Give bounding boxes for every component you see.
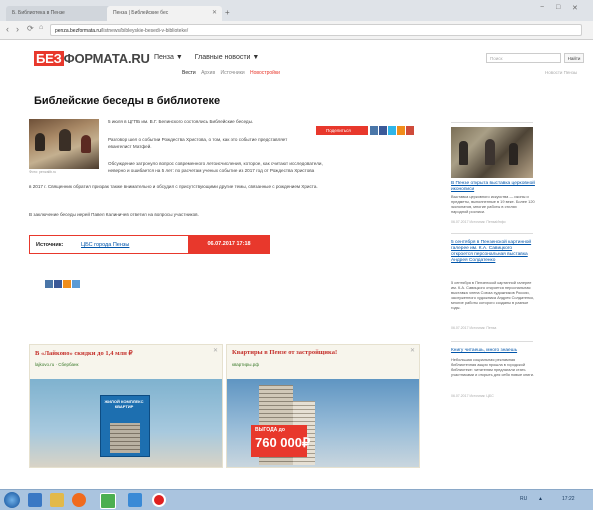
odnoklassniki-icon[interactable]	[397, 126, 405, 135]
logo-text: ФОРМАТА.RU	[63, 51, 150, 66]
browser-tab-bar: Б. Библиотека в Пензе ✕ Пенза | Библейск…	[0, 0, 593, 21]
facebook-icon[interactable]	[379, 126, 387, 135]
forward-icon[interactable]: ›	[16, 24, 19, 34]
close-icon[interactable]: ✕	[213, 347, 218, 354]
facebook-icon[interactable]	[54, 280, 62, 288]
nav-city[interactable]: Пенза ▼	[154, 54, 183, 61]
tab-label: Б. Библиотека в Пензе	[12, 10, 65, 16]
close-icon[interactable]: ✕	[410, 347, 415, 354]
maximize-icon[interactable]: □	[556, 4, 560, 11]
ad-image[interactable]: ВЫГОДА до 760 000₽	[227, 379, 419, 467]
article-paragraph: 5 июля в ЦГПБ им. В.Г. Белинского состоя…	[108, 119, 254, 124]
minimize-icon[interactable]: −	[540, 4, 544, 11]
article-paragraph: Обсуждение затронуло вопрос современного…	[108, 161, 323, 173]
ad-image-text: ЖИЛОЙ КОМПЛЕКС КВАРТИР	[104, 399, 144, 409]
media-player-icon[interactable]	[72, 493, 86, 507]
ie-icon[interactable]	[28, 493, 42, 507]
app-icon[interactable]	[128, 493, 142, 507]
primary-nav: Пенза ▼ Главные новости ▼	[154, 54, 259, 61]
taskbar: RU ▲ 17:22	[0, 489, 593, 510]
ad-block[interactable]: Квартиры в Пензе от застройщика! квартир…	[226, 344, 420, 468]
secondary-nav: Вести Архив Источники Новостройки	[182, 70, 284, 76]
source-label: Источник:	[36, 242, 64, 248]
nav-new-buildings[interactable]: Новостройки	[250, 70, 280, 76]
sidebar-news-date: 06.07.2017 Источник: ПензаИнфо	[451, 220, 506, 224]
start-icon[interactable]	[4, 492, 20, 508]
folder-icon[interactable]	[50, 493, 64, 507]
ad-image[interactable]: ЖИЛОЙ КОМПЛЕКС КВАРТИР	[30, 379, 222, 467]
new-tab-icon[interactable]: +	[225, 8, 230, 17]
mail-icon[interactable]	[72, 280, 80, 288]
address-bar-row: ‹ › ⟳ ⌂ penza.bezformata.ru/listnews/bib…	[0, 21, 593, 40]
site-logo[interactable]: БЕЗ ФОРМАТА.RU	[34, 51, 150, 66]
sidebar-news-date: 06.07.2017 Источник: Пенза	[451, 326, 497, 330]
sidebar-news-title[interactable]: В Пензе открыта выставка церковной иконо…	[451, 181, 535, 193]
vk-icon[interactable]	[370, 126, 378, 135]
ad-block[interactable]: В «Лайково» скидки до 1,4 млн ₽ lajkovo.…	[29, 344, 223, 468]
chrome-icon[interactable]	[100, 493, 116, 509]
url-input[interactable]: penza.bezformata.ru/listnews/bibleyskie-…	[50, 24, 582, 36]
logo-mark: БЕЗ	[34, 51, 64, 66]
sidebar-news-date: 06.07.2017 Источник: ЦБС	[451, 394, 494, 398]
browser-tab-active[interactable]: Пенза | Библейские бес ✕	[107, 6, 222, 21]
nav-main-news[interactable]: Главные новости ▼	[195, 54, 260, 61]
vk-icon[interactable]	[45, 280, 53, 288]
source-link[interactable]: ЦБС города Пензы	[81, 242, 129, 248]
sidebar-news-title[interactable]: Книгу читаешь, много знаешь	[451, 348, 535, 354]
back-icon[interactable]: ‹	[6, 24, 9, 34]
nav-archive[interactable]: Архив	[201, 70, 215, 76]
google-plus-icon[interactable]	[406, 126, 414, 135]
ad-url[interactable]: lajkovo.ru · Сбербанк	[35, 362, 78, 367]
search-input[interactable]: Поиск	[486, 53, 561, 63]
reload-icon[interactable]: ⟳	[27, 24, 34, 33]
nav-vesti[interactable]: Вести	[182, 70, 196, 76]
article-photo[interactable]	[29, 119, 99, 169]
close-window-icon[interactable]: ✕	[572, 4, 578, 12]
ad-image-text: ВЫГОДА до	[255, 427, 285, 433]
url-path: /listnews/bibleyskie-besedi-v-biblioteke…	[100, 28, 189, 34]
article-paragraph: Разговор шел о событии Рождества Христов…	[108, 137, 288, 149]
ad-url[interactable]: квартиры.рф	[232, 362, 259, 367]
clock[interactable]: 17:22	[562, 496, 575, 502]
search-button[interactable]: Найти	[564, 53, 584, 63]
article-paragraph: в 2017 г. Священник обратил призрак такж…	[29, 184, 318, 189]
photo-caption: Фото: penzalib.ru	[29, 170, 57, 174]
opera-icon[interactable]	[152, 493, 166, 507]
source-block: Источник: ЦБС города Пензы 06.07.2017 17…	[29, 235, 270, 254]
home-icon[interactable]: ⌂	[39, 24, 43, 31]
tab-label: Пенза | Библейские бес	[113, 10, 169, 16]
article-title: Библейские беседы в библиотеке	[34, 95, 221, 107]
sidebar-news-title[interactable]: 5 сентября в Пензенской картинной галере…	[451, 240, 535, 264]
twitter-icon[interactable]	[388, 126, 396, 135]
language-indicator[interactable]: RU	[520, 496, 527, 502]
ad-image-price: 760 000₽	[255, 435, 311, 450]
odnoklassniki-icon[interactable]	[63, 280, 71, 288]
sidebar-news-text: 5 сентября в Пензенской картинной галере…	[451, 280, 535, 310]
network-icon[interactable]: ▲	[538, 496, 543, 502]
ad-title[interactable]: Квартиры в Пензе от застройщика!	[232, 349, 337, 356]
sidebar-news-text: Небольшая социальная рекламная библиотеч…	[451, 357, 534, 377]
close-tab-icon[interactable]: ✕	[212, 9, 217, 16]
url-domain: penza.bezformata.ru	[55, 28, 101, 34]
nav-sources[interactable]: Источники	[221, 70, 245, 76]
article-paragraph: В заключение беседы иерей Павел Калиниче…	[29, 212, 199, 217]
source-date: 06.07.2017 17:18	[188, 235, 270, 254]
share-button[interactable]: Поделиться	[316, 126, 368, 135]
sidebar-thumbnail[interactable]	[451, 127, 533, 178]
top-link[interactable]: Новости Пензы	[545, 70, 577, 75]
ad-title[interactable]: В «Лайково» скидки до 1,4 млн ₽	[35, 349, 133, 357]
sidebar-news-text: Выставка церковного искусства — иконы и …	[451, 194, 535, 214]
